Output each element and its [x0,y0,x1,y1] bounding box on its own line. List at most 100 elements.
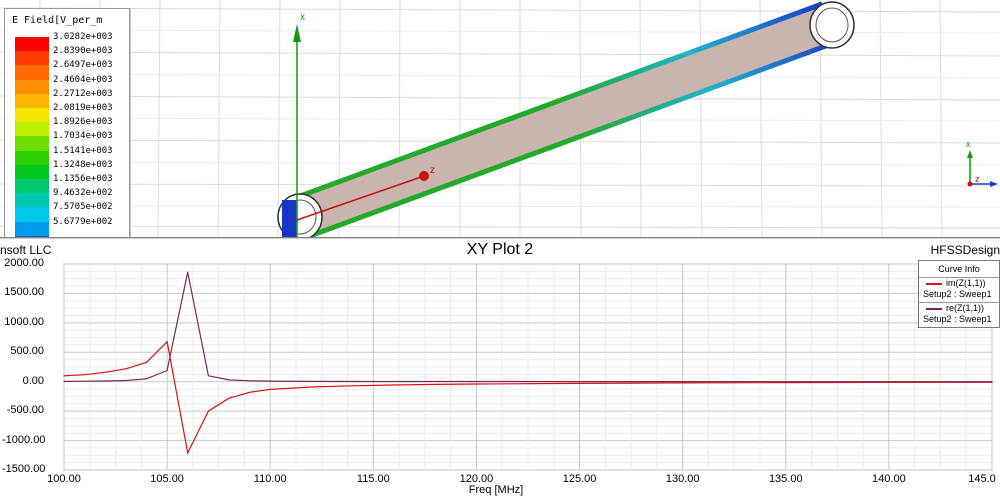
curve-setup: Setup2 : Sweep1 [923,314,992,324]
y-tick-label: 500.00 [10,345,44,358]
data-point [578,380,581,383]
port-face [282,200,297,237]
data-point [785,381,787,383]
legend-swatch [15,179,49,194]
legend-swatch [15,122,49,137]
y-tick-label: 0.00 [22,374,44,387]
data-point [310,386,313,388]
legend-value: 1.7034e+003 [53,131,113,142]
data-point [578,382,581,384]
legend-swatch [15,136,49,151]
legend-value: 1.8926e+003 [53,117,113,128]
legend-value: 2.8390e+003 [53,46,113,57]
curve-entry-re[interactable]: re(Z(1,1)) Setup2 : Sweep1 [919,303,999,327]
legend-value: 3.0282e+003 [53,32,113,42]
data-point [207,410,209,412]
cylinder-edge-top [291,1,823,202]
x-tick-label: 145.0 [968,473,996,485]
xy-plot-canvas [63,263,993,471]
legend-swatch [15,79,49,94]
legend-swatch [15,65,49,80]
data-point [187,271,189,273]
far-end-cap-inner [815,7,849,43]
x-tick-label: 140.00 [872,473,906,485]
x-axis-arrow [293,24,301,42]
data-point [166,341,168,343]
x-tick-label: 125.00 [562,473,597,485]
legend-swatch [15,221,49,236]
data-point [228,397,230,399]
legend-swatch [15,164,49,179]
y-tick-label: 1500.00 [4,286,44,299]
legend-swatch [15,193,49,208]
z-axis-marker [419,171,429,181]
plot-title: XY Plot 2 [466,241,534,258]
legend-value: 7.5705e+002 [53,202,113,213]
3d-viewport[interactable]: x z x z E Field[V_per_m 3.0282e+003 2.839… [0,0,1000,237]
y-tick-label: 2000.00 [4,257,44,269]
data-point [269,380,271,382]
data-point [310,380,313,382]
y-tick-label: -1500.00 [2,463,46,475]
data-point [125,379,127,382]
curve-swatch-re [926,308,942,310]
x-tick-label: 110.00 [253,473,287,485]
curve-name: im(Z(1,1)) [946,278,986,288]
data-point [682,382,684,384]
data-point [249,380,251,382]
orientation-triad: x z [966,139,998,187]
data-point [104,371,106,373]
legend-value: 1.3248e+003 [53,159,113,170]
x-tick-label: 100.00 [47,473,81,485]
field-legend[interactable]: E Field[V_per_m 3.0282e+003 2.8390e+003 2.… [4,8,130,237]
data-point [228,379,230,381]
model-canvas: x z x z [0,0,1000,237]
data-point [249,391,251,393]
x-tick-label: 115.00 [356,473,390,485]
x-tick-label: 135.00 [768,473,803,485]
x-axis-label: x [300,12,305,23]
data-point [84,380,86,382]
data-point [166,369,168,372]
legend-swatch [15,51,49,66]
data-point [84,374,86,376]
legend-value: 2.4604e+003 [53,74,113,85]
x-tick-label: 105.00 [150,473,184,485]
data-point [104,380,106,382]
data-point [352,385,354,387]
curve-setup: Setup2 : Sweep1 [923,289,992,299]
legend-swatch [15,207,49,222]
data-point [475,383,478,385]
xy-plot-panel[interactable]: nsoft LLC XY Plot 2 HFSSDesign 2000.00 15… [0,240,1000,500]
legend-value: 5.6779e+002 [53,216,113,227]
legend-value: 2.0819e+003 [53,103,113,113]
legend-value: 1.5141e+003 [53,145,113,156]
data-point [63,375,65,377]
legend-value: 1.1356e+003 [53,174,113,184]
legend-value: 2.2712e+003 [53,88,113,99]
data-point [63,380,65,383]
data-point [372,380,374,383]
brand-right: HFSSDesign [930,243,1000,257]
curve-info-legend[interactable]: Curve Info im(Z(1,1)) Setup2 : Sweep1 re… [918,260,1000,328]
data-point [125,368,127,370]
data-point [991,381,993,383]
legend-swatch [15,93,49,108]
curve-entry-im[interactable]: im(Z(1,1)) Setup2 : Sweep1 [919,278,999,303]
curve-swatch-im [926,283,942,285]
x-tick-label: 130.00 [665,473,700,485]
data-point [682,380,684,383]
triad-z-label: z [975,174,980,184]
data-point [393,384,395,386]
legend-swatch [15,108,49,123]
data-point [207,375,209,377]
curve-info-title: Curve Info [919,261,999,278]
x-axis-label: Freq [MHz] [468,484,524,496]
legend-title: E Field[V_per_m [12,15,103,26]
y-tick-label: -500.00 [6,404,44,417]
legend-value: 2.6497e+003 [53,60,113,71]
legend-swatch [15,150,49,165]
data-point [475,380,478,383]
data-point [187,452,189,454]
legend-swatch [15,37,49,52]
